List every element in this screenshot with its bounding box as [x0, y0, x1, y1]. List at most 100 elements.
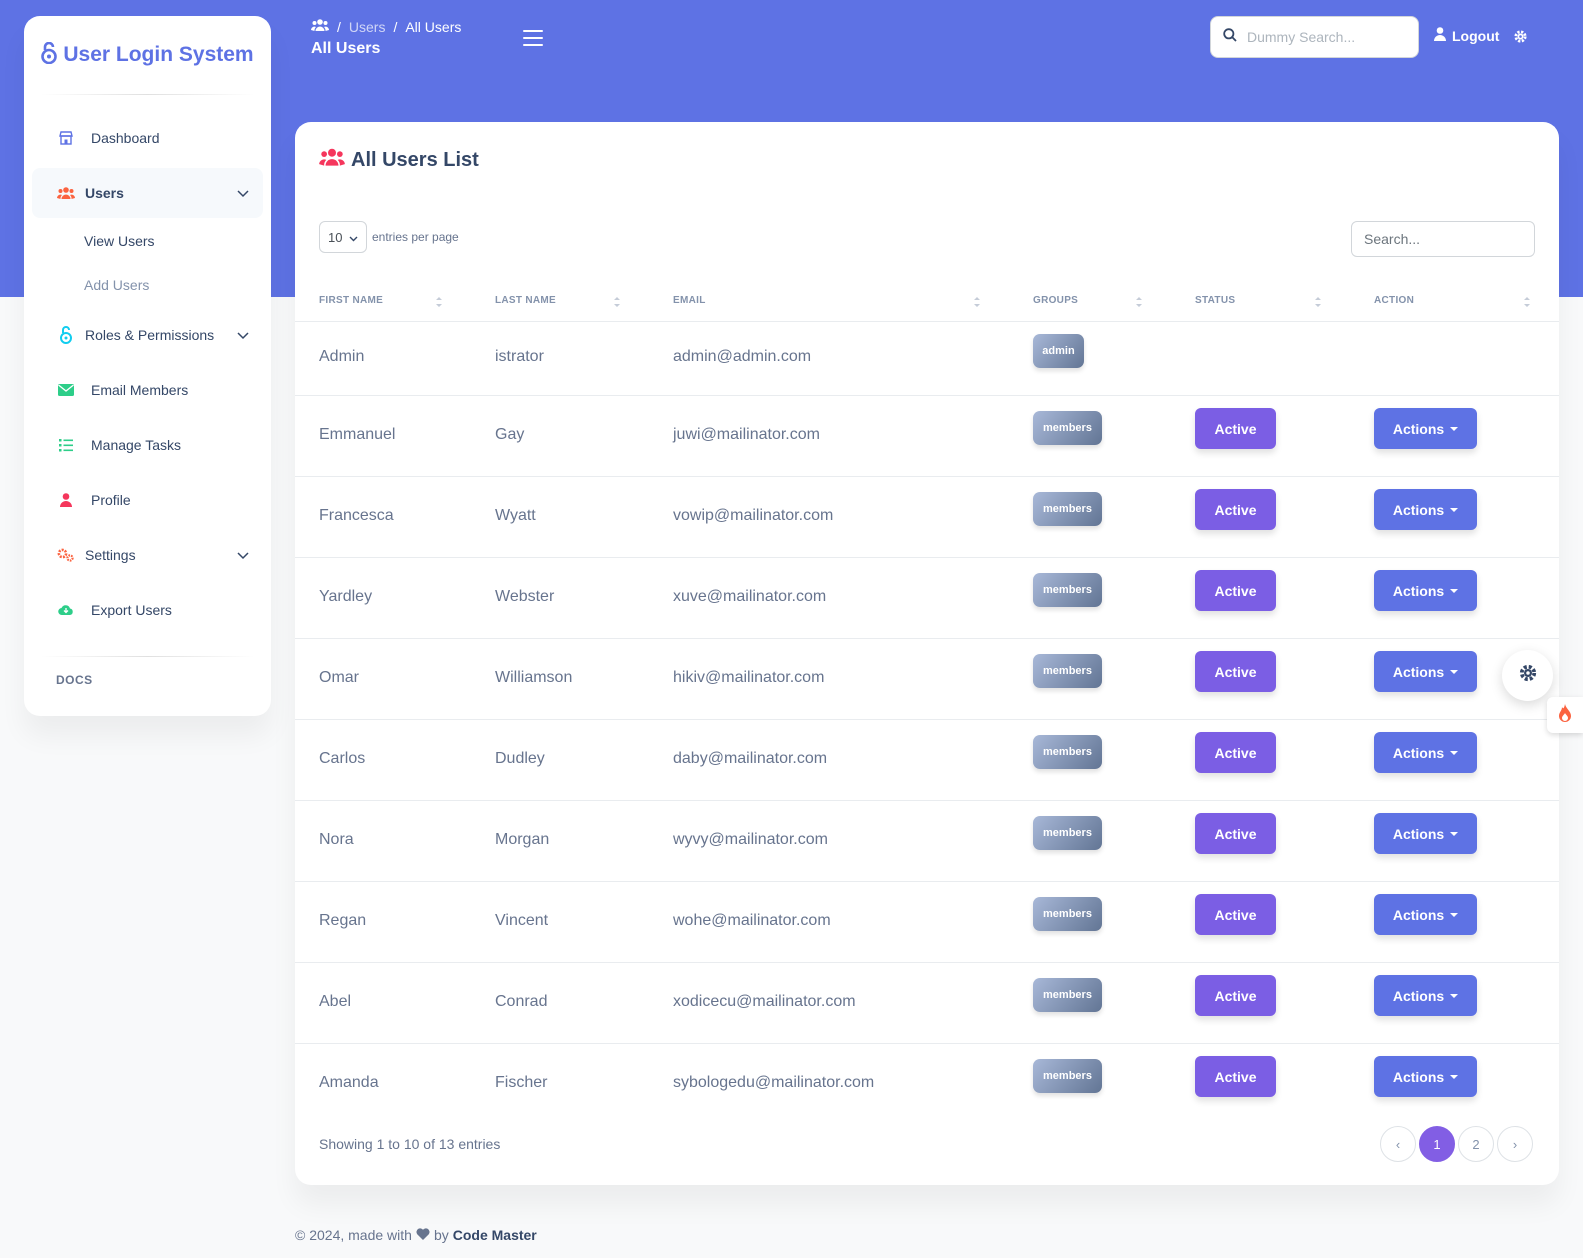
- column-header-email[interactable]: EMAIL: [673, 295, 706, 306]
- actions-dropdown-button[interactable]: Actions: [1374, 975, 1477, 1016]
- status-button[interactable]: Active: [1195, 975, 1276, 1016]
- caret-down-icon: [1450, 507, 1459, 512]
- sort-icon[interactable]: [435, 295, 443, 309]
- logout-link[interactable]: Logout: [1434, 27, 1499, 44]
- pagination-page[interactable]: 1: [1419, 1126, 1455, 1162]
- cell-last-name: Williamson: [495, 669, 573, 686]
- sort-icon[interactable]: [1135, 295, 1143, 309]
- sidebar-item-label: Manage Tasks: [91, 437, 182, 453]
- status-button[interactable]: Active: [1195, 570, 1276, 611]
- status-button[interactable]: Active: [1195, 651, 1276, 692]
- group-badge: members: [1033, 492, 1102, 526]
- sidebar-divider: [40, 94, 255, 95]
- table-row: Omar Williamson hikiv@mailinator.com mem…: [295, 639, 1559, 720]
- sort-icon[interactable]: [973, 295, 981, 309]
- gear-icon[interactable]: [1513, 29, 1528, 49]
- sidebar-item-email-members[interactable]: Email Members: [32, 365, 263, 415]
- column-header-first-name[interactable]: FIRST NAME: [319, 295, 383, 306]
- sidebar-item-settings[interactable]: Settings: [32, 530, 263, 580]
- status-button[interactable]: Active: [1195, 1056, 1276, 1097]
- sidebar-item-users[interactable]: Users: [32, 168, 263, 218]
- sidebar-item-roles[interactable]: Roles & Permissions: [32, 310, 263, 360]
- pagination-page[interactable]: 2: [1458, 1126, 1494, 1162]
- group-badge: members: [1033, 816, 1102, 850]
- lock-open-icon: [54, 326, 78, 344]
- group-badge: members: [1033, 411, 1102, 445]
- sidebar-item-manage-tasks[interactable]: Manage Tasks: [32, 420, 263, 470]
- menu-icon[interactable]: [523, 30, 543, 46]
- caret-down-icon: [1450, 993, 1459, 998]
- sort-icon[interactable]: [1523, 295, 1531, 309]
- breadcrumb: / Users / All Users: [311, 18, 461, 35]
- sidebar-subitem-view-users[interactable]: View Users: [84, 233, 155, 249]
- sidebar-item-label: Dashboard: [91, 130, 160, 146]
- sidebar-item-export-users[interactable]: Export Users: [32, 585, 263, 635]
- column-header-status[interactable]: STATUS: [1195, 295, 1235, 306]
- brand[interactable]: User Login System: [24, 16, 271, 94]
- actions-dropdown-button[interactable]: Actions: [1374, 489, 1477, 530]
- actions-dropdown-button[interactable]: Actions: [1374, 408, 1477, 449]
- configurator-button[interactable]: [1502, 650, 1553, 701]
- group-badge: members: [1033, 654, 1102, 688]
- column-header-groups[interactable]: GROUPS: [1033, 295, 1078, 306]
- actions-label: Actions: [1392, 582, 1445, 599]
- user-icon: [1434, 27, 1446, 44]
- status-button[interactable]: Active: [1195, 813, 1276, 854]
- pagination-prev[interactable]: ‹: [1380, 1126, 1416, 1162]
- entries-select[interactable]: 10: [319, 221, 367, 253]
- table-row: Abel Conrad xodicecu@mailinator.com memb…: [295, 963, 1559, 1044]
- top-search-input[interactable]: [1247, 29, 1397, 45]
- sidebar-item-profile[interactable]: Profile: [32, 475, 263, 525]
- caret-down-icon: [1450, 669, 1459, 674]
- status-button[interactable]: Active: [1195, 408, 1276, 449]
- actions-label: Actions: [1392, 744, 1445, 761]
- breadcrumb-users-link[interactable]: Users: [349, 19, 386, 35]
- actions-dropdown-button[interactable]: Actions: [1374, 894, 1477, 935]
- cell-last-name: Conrad: [495, 993, 548, 1010]
- table-search-input[interactable]: [1351, 221, 1535, 257]
- actions-dropdown-button[interactable]: Actions: [1374, 651, 1477, 692]
- caret-down-icon: [1450, 912, 1459, 917]
- actions-label: Actions: [1392, 420, 1445, 437]
- actions-dropdown-button[interactable]: Actions: [1374, 813, 1477, 854]
- cell-first-name: Nora: [319, 831, 354, 848]
- group-badge: members: [1033, 897, 1102, 931]
- sidebar-item-dashboard[interactable]: Dashboard: [32, 113, 263, 163]
- column-header-last-name[interactable]: LAST NAME: [495, 295, 556, 306]
- status-button[interactable]: Active: [1195, 894, 1276, 935]
- footer: © 2024, made with by Code Master: [295, 1227, 537, 1243]
- table-row: Emmanuel Gay juwi@mailinator.com members…: [295, 396, 1559, 477]
- table-row: Regan Vincent wohe@mailinator.com member…: [295, 882, 1559, 963]
- table-row: Nora Morgan wyvy@mailinator.com members …: [295, 801, 1559, 882]
- footer-author-link[interactable]: Code Master: [453, 1227, 537, 1243]
- group-badge: members: [1033, 1059, 1102, 1093]
- table-row: Francesca Wyatt vowip@mailinator.com mem…: [295, 477, 1559, 558]
- sort-icon[interactable]: [1314, 295, 1322, 309]
- status-button[interactable]: Active: [1195, 732, 1276, 773]
- table-row: Amanda Fischer sybologedu@mailinator.com…: [295, 1044, 1559, 1112]
- cell-first-name: Carlos: [319, 750, 366, 767]
- actions-dropdown-button[interactable]: Actions: [1374, 1056, 1477, 1097]
- sidebar-subitem-add-users[interactable]: Add Users: [84, 277, 149, 293]
- actions-label: Actions: [1392, 987, 1445, 1004]
- actions-dropdown-button[interactable]: Actions: [1374, 732, 1477, 773]
- cell-email: wohe@mailinator.com: [673, 912, 831, 929]
- footer-text: © 2024, made with: [295, 1227, 412, 1243]
- shop-icon: [54, 130, 78, 146]
- status-button[interactable]: Active: [1195, 489, 1276, 530]
- heart-icon: [416, 1227, 430, 1243]
- users-icon[interactable]: [311, 18, 329, 35]
- sidebar-item-label: Profile: [91, 492, 131, 508]
- cell-first-name: Amanda: [319, 1074, 379, 1091]
- edge-tab[interactable]: [1547, 697, 1583, 733]
- fire-icon: [1557, 703, 1573, 728]
- table-row: Yardley Webster xuve@mailinator.com memb…: [295, 558, 1559, 639]
- list-icon: [54, 438, 78, 452]
- pagination-next[interactable]: ›: [1497, 1126, 1533, 1162]
- actions-dropdown-button[interactable]: Actions: [1374, 570, 1477, 611]
- column-header-action[interactable]: ACTION: [1374, 295, 1414, 306]
- cell-email: wyvy@mailinator.com: [673, 831, 828, 848]
- top-search-box: [1210, 16, 1419, 58]
- group-badge: admin: [1033, 334, 1084, 368]
- sort-icon[interactable]: [613, 295, 621, 309]
